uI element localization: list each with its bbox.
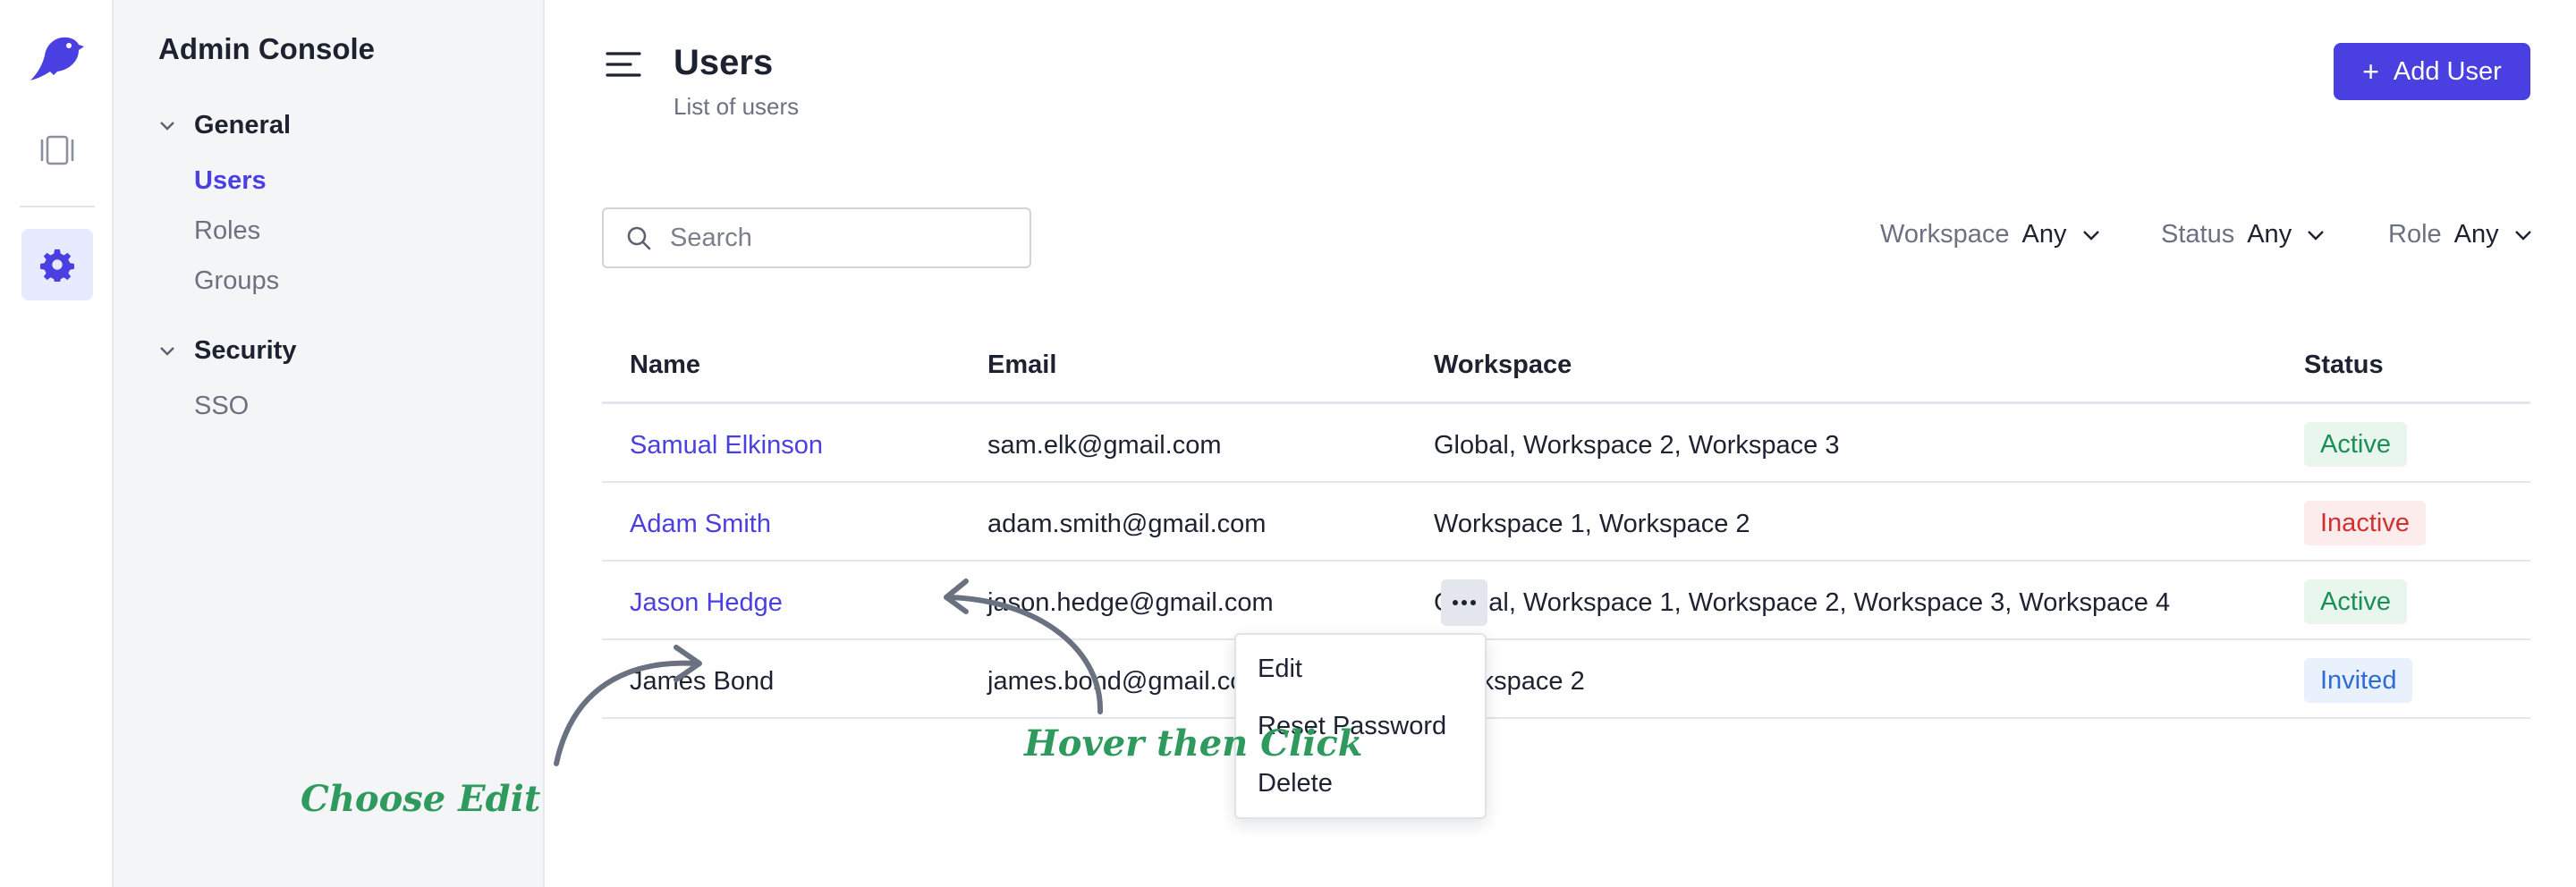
chevron-down-icon (2308, 230, 2325, 241)
menu-item-delete[interactable]: Delete (1258, 769, 1333, 798)
status-badge: Active (2304, 579, 2407, 624)
users-table: Name Email Workspace Status Samual Elkin… (602, 331, 2530, 719)
chevron-down-icon (2082, 230, 2099, 241)
filter-role-label: Role (2388, 220, 2442, 249)
sidebar: Admin Console General Users Roles Groups… (114, 0, 545, 887)
user-email: james.bond@gmail.com (987, 667, 1267, 696)
rail-divider (20, 206, 95, 207)
sidebar-item-users[interactable]: Users (194, 166, 267, 196)
filter-workspace-label: Workspace (1880, 220, 2010, 249)
menu-item-edit[interactable]: Edit (1258, 655, 1302, 684)
plus-icon: + (2362, 55, 2379, 88)
column-header-email[interactable]: Email (987, 351, 1056, 380)
status-badge: Active (2304, 422, 2407, 467)
user-workspaces: Global, Workspace 2, Workspace 3 (1434, 431, 1840, 460)
user-email: sam.elk@gmail.com (987, 431, 1222, 460)
status-badge: Inactive (2304, 501, 2426, 545)
filter-status-label: Status (2161, 220, 2235, 249)
menu-icon[interactable] (606, 50, 641, 79)
user-workspaces: Workspace 1, Workspace 2 (1434, 510, 1750, 538)
user-workspaces: Global, Workspace 1, Workspace 2, Worksp… (1434, 588, 2171, 617)
search-icon (627, 226, 651, 250)
chevron-down-icon (2514, 230, 2531, 241)
group-security[interactable]: Security (158, 336, 296, 366)
chevron-down-icon (160, 346, 174, 356)
search-box[interactable] (602, 207, 1031, 268)
group-general-label: General (194, 111, 291, 139)
chevron-down-icon (160, 121, 174, 131)
filter-status[interactable]: Status Any (2161, 220, 2326, 249)
search-input[interactable] (670, 223, 1010, 253)
annotation-choose-edit: Choose Edit (301, 778, 541, 820)
docs-icon[interactable] (21, 114, 93, 186)
user-name-link[interactable]: Adam Smith (630, 510, 771, 539)
table-row[interactable]: Jason Hedge jason.hedge@gmail.com Global… (602, 562, 2530, 640)
user-name-link[interactable]: Jason Hedge (630, 588, 783, 618)
table-header: Name Email Workspace Status (602, 331, 2530, 404)
table-row[interactable]: James Bond james.bond@gmail.com Workspac… (602, 640, 2530, 719)
page-title: Users (674, 43, 774, 82)
sidebar-item-sso[interactable]: SSO (194, 392, 249, 421)
filter-workspace[interactable]: Workspace Any (1880, 220, 2101, 249)
group-general[interactable]: General (158, 111, 291, 140)
user-email: adam.smith@gmail.com (987, 510, 1267, 538)
console-title: Admin Console (158, 32, 376, 65)
ellipsis-icon (1453, 600, 1476, 605)
filter-role[interactable]: Role Any (2388, 220, 2533, 249)
page-subtitle: List of users (674, 93, 800, 120)
filter-workspace-value: Any (2021, 220, 2067, 249)
user-email: jason.hedge@gmail.com (987, 588, 1274, 617)
user-name-link[interactable]: Samual Elkinson (630, 431, 823, 460)
gear-icon[interactable] (21, 229, 93, 300)
table-row[interactable]: Samual Elkinson sam.elk@gmail.com Global… (602, 404, 2530, 483)
status-badge: Invited (2304, 658, 2413, 703)
add-user-label: Add User (2393, 56, 2502, 86)
add-user-button[interactable]: + Add User (2334, 43, 2530, 100)
filter-status-value: Any (2247, 220, 2292, 249)
row-actions-button[interactable] (1441, 579, 1487, 626)
column-header-status[interactable]: Status (2304, 351, 2384, 380)
filter-role-value: Any (2453, 220, 2499, 249)
user-name[interactable]: James Bond (630, 667, 774, 697)
icon-rail (0, 0, 114, 887)
group-security-label: Security (194, 336, 297, 365)
column-header-name[interactable]: Name (630, 351, 700, 380)
table-row[interactable]: Adam Smith adam.smith@gmail.com Workspac… (602, 483, 2530, 562)
column-header-workspace[interactable]: Workspace (1434, 351, 1572, 380)
main-content: Users List of users + Add User Workspace… (545, 0, 2576, 887)
annotation-hover-then-click: Hover then Click (1024, 722, 1363, 765)
bird-logo-icon[interactable] (27, 30, 86, 84)
sidebar-item-roles[interactable]: Roles (194, 216, 260, 246)
sidebar-item-groups[interactable]: Groups (194, 266, 279, 296)
